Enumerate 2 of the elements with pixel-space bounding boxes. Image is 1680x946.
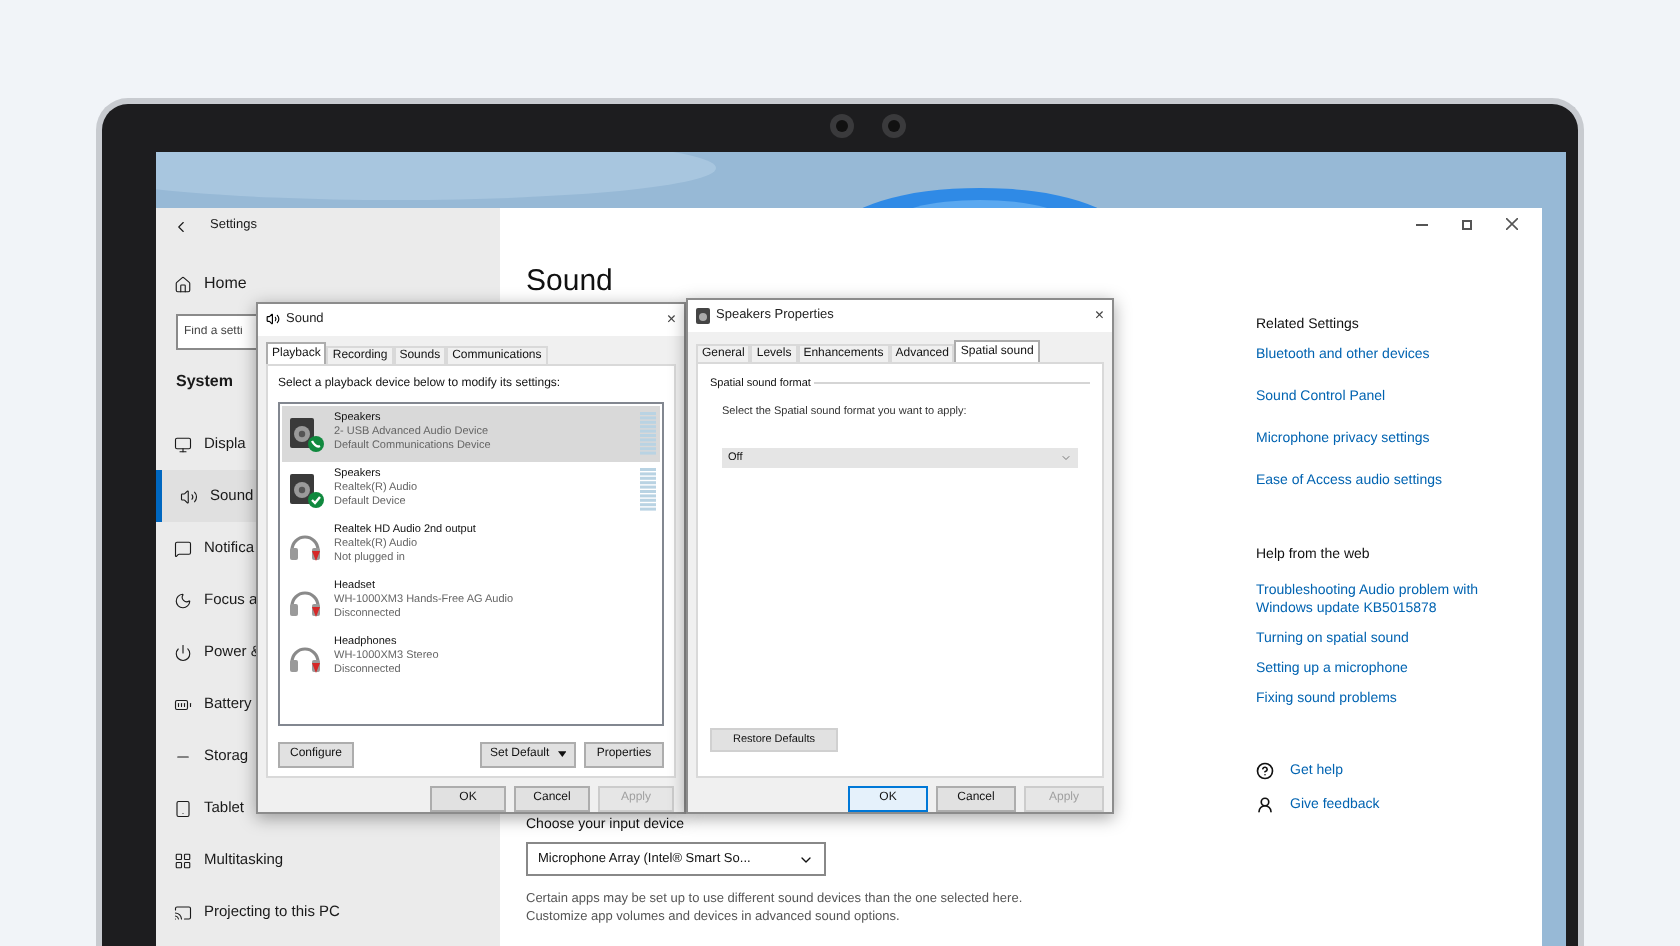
page-heading: Sound (526, 264, 615, 300)
section-title: System (176, 370, 233, 394)
